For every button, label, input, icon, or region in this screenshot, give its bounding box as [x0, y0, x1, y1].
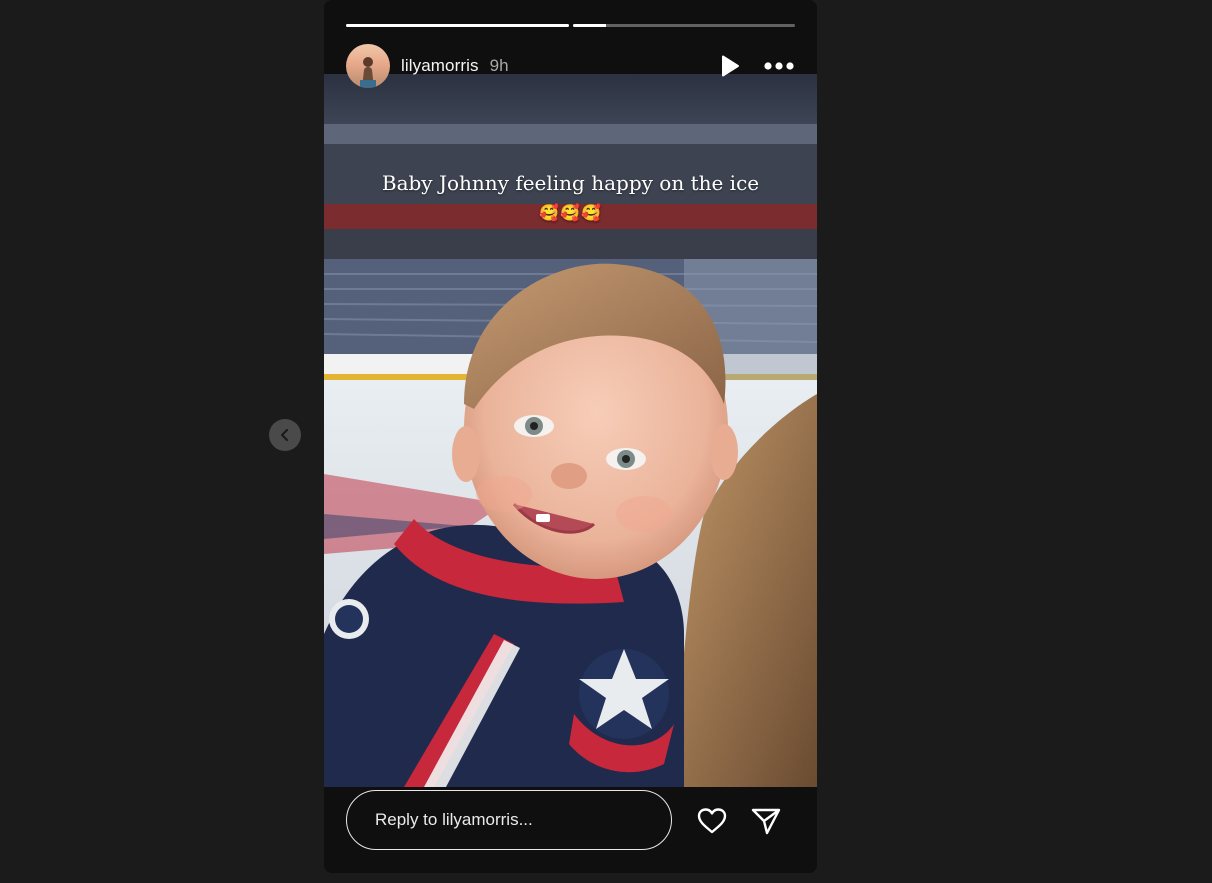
username[interactable]: lilyamorris	[401, 56, 479, 76]
heart-icon	[697, 808, 727, 834]
caption-text: Baby Johnny feeling happy on the ice	[381, 171, 760, 195]
reply-input[interactable]	[346, 790, 672, 850]
chevron-left-icon	[280, 428, 289, 442]
progress-segment-2	[572, 24, 795, 27]
story-footer	[324, 787, 817, 873]
story-viewer: Baby Johnny feeling happy on the ice 🥰🥰🥰…	[0, 0, 1212, 883]
paper-plane-icon	[751, 808, 781, 835]
story-card: Baby Johnny feeling happy on the ice 🥰🥰🥰…	[324, 0, 817, 873]
avatar[interactable]	[346, 44, 390, 88]
more-options-button[interactable]	[763, 61, 795, 71]
play-button[interactable]	[719, 54, 741, 78]
play-icon	[722, 55, 739, 77]
progress-segment-1	[346, 24, 569, 27]
story-caption: Baby Johnny feeling happy on the ice 🥰🥰🥰	[324, 168, 817, 228]
like-button[interactable]	[696, 805, 728, 837]
post-time: 9h	[489, 56, 509, 75]
story-progress	[346, 24, 795, 27]
more-horizontal-icon	[764, 62, 794, 70]
share-button[interactable]	[750, 805, 782, 837]
story-header: lilyamorris 9h	[346, 44, 795, 88]
previous-story-button[interactable]	[269, 419, 301, 451]
caption-emoji: 🥰🥰🥰	[539, 203, 602, 222]
